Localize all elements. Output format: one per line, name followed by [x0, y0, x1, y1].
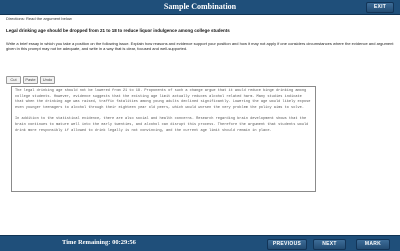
cut-button[interactable]: Cut: [6, 76, 21, 84]
top-bar: Sample Combination EXIT: [0, 0, 400, 15]
next-button[interactable]: NEXT: [313, 239, 346, 250]
essay-topic: Legal drinking age should be dropped fro…: [6, 28, 230, 33]
time-remaining: Time Remaining: 00:29:56: [62, 239, 136, 246]
essay-paragraph-2: In addition to the statistical evidence,…: [15, 117, 309, 133]
exit-button[interactable]: EXIT: [366, 2, 394, 13]
instructions-text: Write a brief essay in which you take a …: [6, 41, 394, 51]
bottom-bar: Time Remaining: 00:29:56 PREVIOUS NEXT M…: [0, 235, 400, 251]
essay-editor[interactable]: The legal drinking age should not be low…: [11, 86, 316, 192]
app-title: Sample Combination: [163, 2, 237, 11]
directions-text: Directions: Read the argument below: [6, 16, 72, 21]
essay-paragraph-1: The legal drinking age should not be low…: [15, 89, 311, 110]
mark-button[interactable]: MARK: [356, 239, 390, 250]
previous-button[interactable]: PREVIOUS: [267, 239, 307, 250]
paste-button[interactable]: Paste: [23, 76, 38, 84]
undo-button[interactable]: Undo: [40, 76, 55, 84]
